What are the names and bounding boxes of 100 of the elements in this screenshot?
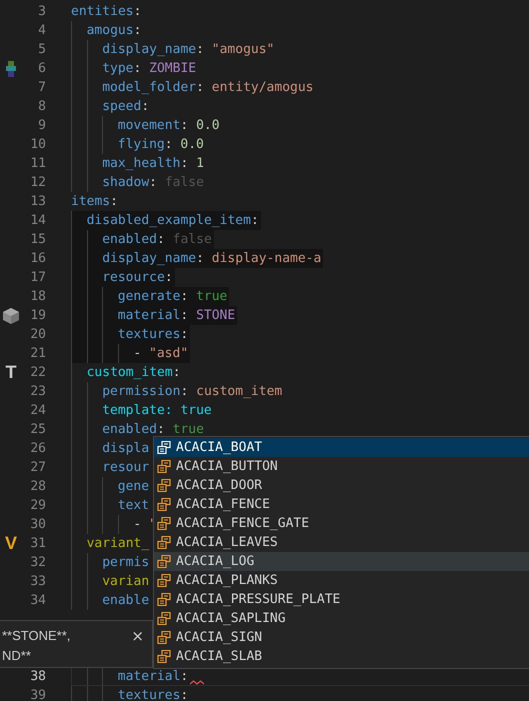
enum-member-icon [157,612,171,625]
string-value: custom_item [196,384,282,399]
yaml-key: model_folder [102,80,196,95]
line-number: 3 [37,4,46,19]
punctuation: : [164,137,174,152]
yaml-key: displa [102,441,150,456]
yaml-key: display_name [102,42,196,57]
yaml-key: speed [102,99,142,114]
yaml-key: material [118,669,180,684]
suggestion-item[interactable]: ACACIA_SLAB [154,647,529,666]
punctuation: : [196,80,205,95]
line-number: 24 [29,403,46,418]
punctuation: - [133,517,142,532]
boolean-value: true [172,422,204,437]
suggestion-item[interactable]: ACACIA_BUTTON [154,457,529,476]
suggestion-item[interactable]: ACACIA_SIGN [154,628,529,647]
line-number: 33 [29,574,46,589]
close-button[interactable]: × [127,623,152,649]
enum-value: ZOMBIE [149,61,196,76]
boolean-value: true [196,289,228,304]
punctuation: : [180,308,190,323]
line-number: 11 [29,156,46,171]
suggestion-item[interactable]: ACACIA_FENCE_GATE [154,514,529,533]
enum-value: STONE [196,308,236,323]
yaml-key: gene [118,479,150,494]
punctuation: : [250,213,259,228]
boolean-value: false [172,232,212,247]
enum-member-icon [157,555,171,568]
string-value: entity/amogus [212,80,314,95]
yaml-key: amogus [86,23,134,38]
punctuation: : [149,175,158,190]
punctuation: - [133,346,142,361]
line-number: 38 [29,669,46,684]
line-number: 29 [29,498,46,513]
suggestion-item[interactable]: ACACIA_PRESSURE_PLATE [154,590,529,609]
line-number: 22 [29,365,46,380]
line-number: 18 [29,289,46,304]
punctuation: : [164,270,173,285]
enum-member-icon [157,536,171,549]
line-number: 20 [29,327,46,342]
string-value: "amogus" [212,42,274,57]
enum-member-icon [157,650,171,663]
punctuation: : [156,422,166,437]
enum-member-icon [157,631,171,644]
number-value: 0.0 [196,118,220,133]
string-value: display-name-a [212,251,322,266]
yaml-key: resour [102,460,150,475]
line-number: 23 [29,384,46,399]
line-number: 19 [29,308,46,323]
punctuation: : [134,61,142,76]
punctuation: : [134,23,142,38]
yaml-key: type [102,61,134,76]
enum-member-icon [157,517,171,530]
zombie-icon [6,60,16,76]
suggestion-item[interactable]: ACACIA_LEAVES [154,533,529,552]
suggestion-item[interactable]: ACACIA_LOG [154,552,529,571]
yaml-key: varian [102,574,150,589]
stone-block-icon [2,306,20,324]
line-number: 30 [29,517,46,532]
line-number: 15 [29,232,46,247]
hover-text: ND** [2,647,32,665]
line-number: 28 [29,479,46,494]
punctuation: : [156,232,166,247]
punctuation: : [141,99,150,114]
enum-member-icon [157,574,171,587]
yaml-key: enable [102,593,150,608]
punctuation: : [180,384,190,399]
suggestion-item[interactable]: ACACIA_PLANKS [154,571,529,590]
line-number: 39 [29,688,46,701]
punctuation: : [134,4,142,19]
yaml-key: enabled [102,422,157,437]
line-number: 7 [37,80,46,95]
punctuation: : [110,194,118,209]
yaml-key: movement [118,118,180,133]
line-number: 31 [29,536,46,551]
enum-member-icon [157,441,171,454]
line-number: 26 [29,441,46,456]
yaml-key: text [118,498,150,513]
yaml-key: max_health [102,156,180,171]
line-number: 14 [29,213,46,228]
number-value: 1 [196,156,204,171]
line-number: 27 [29,460,46,475]
yaml-key: permis [102,555,150,570]
suggestion-item[interactable]: ACACIA_DOOR [154,476,529,495]
suggestion-item[interactable]: ACACIA_SAPLING [154,609,529,628]
enum-member-icon [157,593,171,606]
yaml-key: textures [118,327,180,342]
line-number: 12 [29,175,46,190]
yaml-key: generate [118,289,180,304]
line-number: 10 [29,137,46,152]
punctuation: : [180,156,190,171]
punctuation: : [196,42,205,57]
suggestion-item[interactable]: ACACIA_BOAT [154,438,529,457]
yaml-key: entities [71,4,134,19]
yaml-key: resource [102,270,165,285]
gutter-letter: V [4,534,17,553]
yaml-key: display_name [102,251,196,266]
suggestion-item[interactable]: ACACIA_FENCE [154,495,529,514]
enum-member-icon [157,498,171,511]
yaml-key: template: true [102,403,212,418]
